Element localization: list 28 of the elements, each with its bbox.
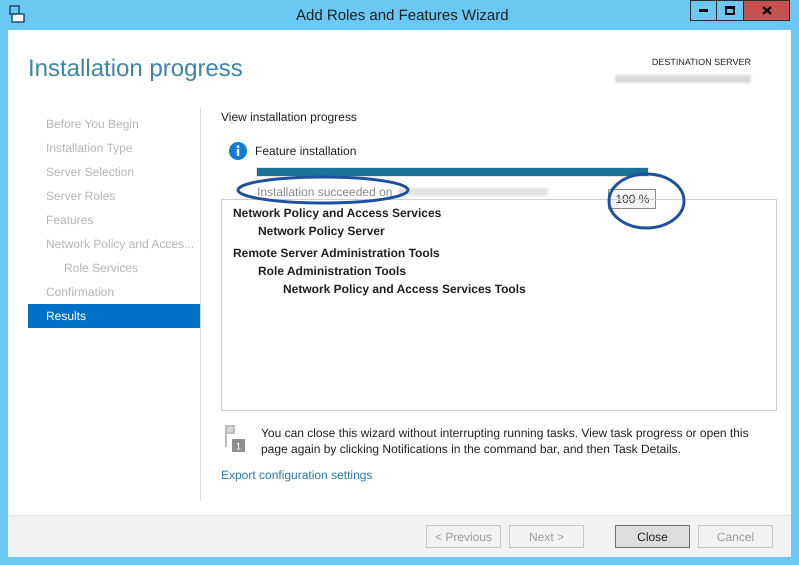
section-heading: View installation progress	[221, 109, 357, 126]
close-icon	[762, 6, 772, 15]
sidebar-item[interactable]: Server Selection	[28, 160, 200, 184]
app-icon	[9, 5, 25, 23]
sidebar-item[interactable]: Role Services	[28, 256, 200, 280]
sidebar-item[interactable]: Network Policy and Acces...	[28, 232, 200, 256]
task-label: Feature installation	[255, 143, 356, 160]
export-settings-link[interactable]: Export configuration settings	[221, 466, 372, 484]
status-text: Installation succeeded on	[257, 184, 392, 201]
info-icon	[229, 142, 247, 160]
sidebar-item[interactable]: Features	[28, 208, 200, 232]
result-item: Network Policy Server	[258, 223, 385, 240]
window-title: Add Roles and Features Wizard	[296, 6, 509, 26]
sidebar-item[interactable]: Server Roles	[28, 184, 200, 208]
wizard-button[interactable]: Close	[615, 525, 690, 548]
sidebar-item[interactable]: Installation Type	[28, 136, 200, 160]
minimize-button[interactable]	[690, 0, 717, 21]
result-item: Network Policy and Access Services Tools	[283, 281, 526, 298]
destination-label: DESTINATION SERVER	[652, 56, 751, 69]
close-window-button[interactable]	[744, 0, 790, 21]
sidebar-item[interactable]: Before You Begin	[28, 112, 200, 136]
note-text: You can close this wizard without interrupting running tasks. View task progress or open this page again by clicking Notifications in the command bar, and then Task Details.	[261, 425, 750, 457]
sidebar-item[interactable]: Confirmation	[28, 280, 200, 304]
result-item: Remote Server Administration Tools	[233, 245, 440, 262]
page-title: Installation progress	[28, 54, 243, 84]
result-item: Network Policy and Access Services	[233, 205, 442, 222]
sidebar-item[interactable]: Results	[28, 304, 200, 328]
result-item: Role Administration Tools	[258, 263, 406, 280]
